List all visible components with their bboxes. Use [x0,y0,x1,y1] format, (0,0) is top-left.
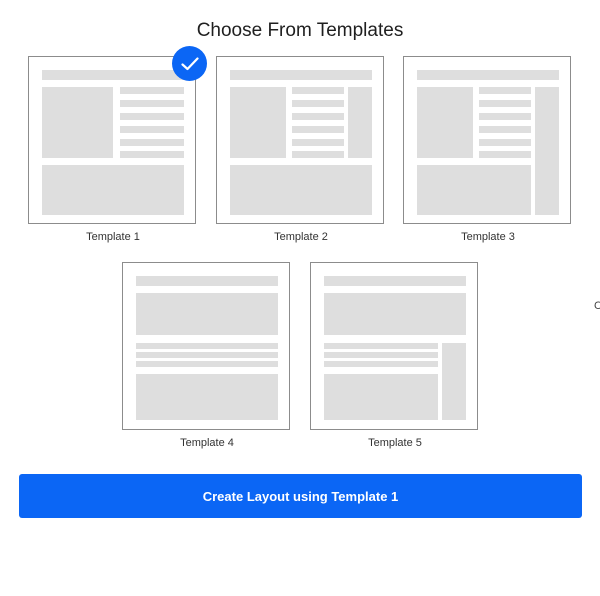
thumb-text-line [292,139,344,146]
template-1-thumbnail[interactable] [28,56,196,224]
template-label: Template 4 [180,437,234,449]
template-label: Template 2 [274,231,328,243]
thumb-text-line [479,151,531,158]
thumb-footer-block [42,165,184,215]
thumb-text-line [120,151,184,158]
create-layout-button[interactable]: Create Layout using Template 1 [19,474,582,518]
thumb-sidebar-block [442,343,466,420]
template-label: Template 3 [461,231,515,243]
thumb-text-line [292,100,344,107]
thumb-text-line [324,352,438,358]
thumb-text-line [136,343,278,349]
thumb-header-block [417,70,559,80]
thumb-text-line [120,139,184,146]
template-4-thumbnail[interactable] [122,262,290,430]
thumb-sidebar-block [348,87,372,158]
thumb-text-line [120,113,184,120]
thumb-image-block [417,87,473,158]
thumb-image-block [324,293,466,335]
thumb-footer-block [324,374,438,420]
thumb-sidebar-block [535,87,559,215]
thumb-header-block [324,276,466,286]
thumb-image-block [42,87,113,158]
thumb-text-line [120,87,184,94]
thumb-footer-block [230,165,372,215]
thumb-text-line [479,113,531,120]
thumb-header-block [136,276,278,286]
thumb-footer-block [136,374,278,420]
page-title: Choose From Templates [196,20,404,41]
thumb-text-line [479,87,531,94]
thumb-text-line [479,139,531,146]
offscreen-text-fragment: C [594,300,600,312]
thumb-text-line [479,126,531,133]
template-5-thumbnail[interactable] [310,262,478,430]
thumb-text-line [120,100,184,107]
template-chooser: Choose From Templates Template 1 Templat… [0,0,600,596]
selected-checkmark-icon [172,46,207,81]
template-3-thumbnail[interactable] [403,56,571,224]
template-label: Template 1 [86,231,140,243]
thumb-header-block [230,70,372,80]
thumb-image-block [136,293,278,335]
thumb-header-block [42,70,184,80]
thumb-text-line [136,352,278,358]
thumb-text-line [136,361,278,367]
thumb-text-line [324,361,438,367]
template-2-thumbnail[interactable] [216,56,384,224]
thumb-text-line [292,87,344,94]
thumb-text-line [120,126,184,133]
thumb-footer-block [417,165,531,215]
template-label: Template 5 [368,437,422,449]
thumb-text-line [292,113,344,120]
thumb-text-line [292,151,344,158]
thumb-text-line [324,343,438,349]
thumb-text-line [479,100,531,107]
thumb-image-block [230,87,286,158]
thumb-text-line [292,126,344,133]
